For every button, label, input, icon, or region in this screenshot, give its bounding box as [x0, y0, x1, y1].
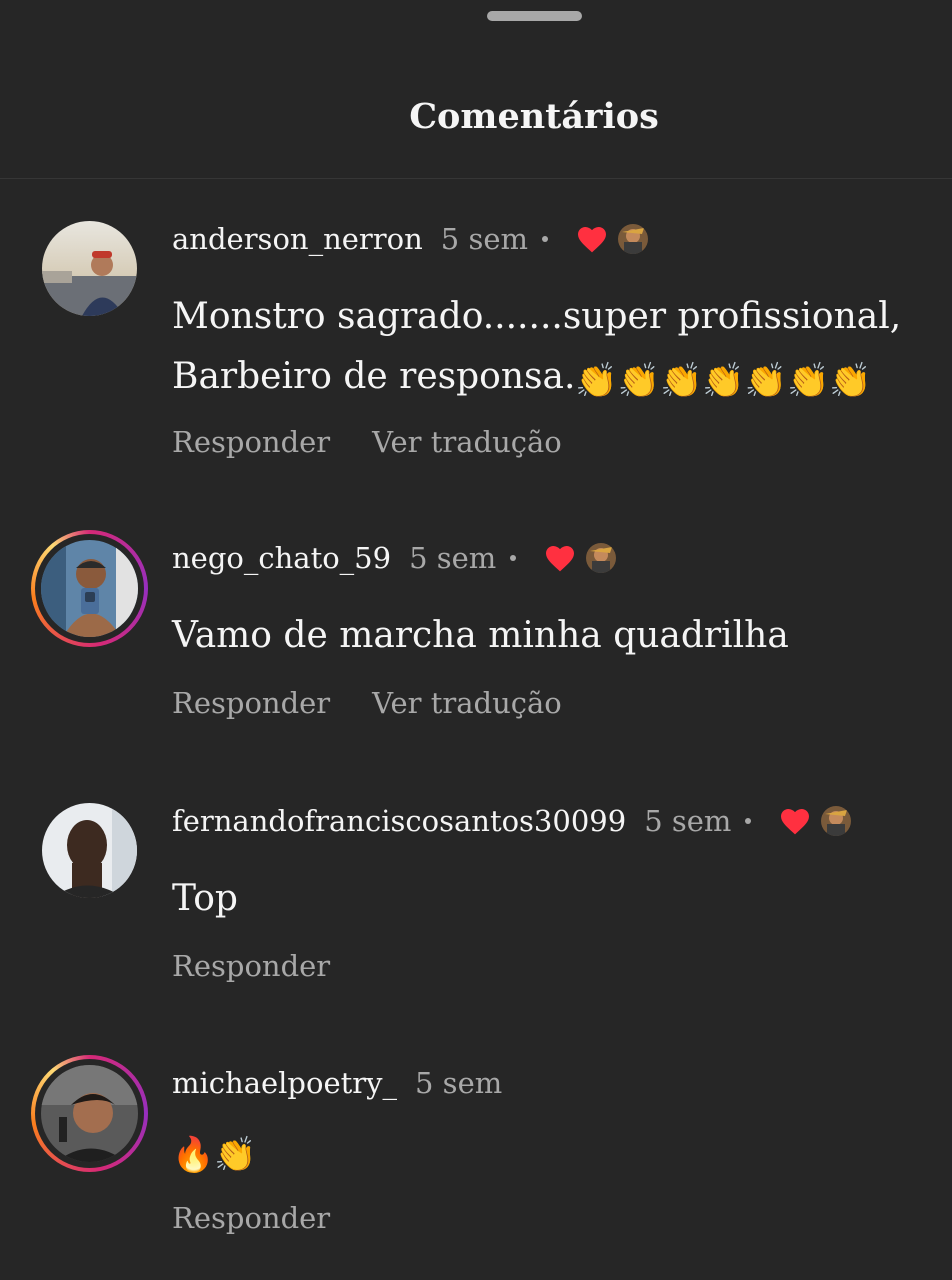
comment-text-line: Barbeiro de responsa.: [172, 356, 576, 397]
comment-username[interactable]: michaelpoetry_: [172, 1066, 397, 1100]
heart-icon[interactable]: [779, 806, 811, 836]
reply-button[interactable]: Responder: [172, 686, 330, 720]
comment-username[interactable]: fernandofranciscosantos30099: [172, 804, 626, 838]
comment-time: 5 sem: [415, 1066, 503, 1100]
story-ring[interactable]: [31, 530, 148, 647]
clap-emoji: 👏👏👏👏👏👏👏: [575, 361, 872, 401]
avatar[interactable]: [41, 1065, 138, 1162]
comment-time: 5 sem: [409, 541, 497, 575]
avatar[interactable]: [42, 221, 137, 316]
avatar[interactable]: [42, 803, 137, 898]
fire-clap-emoji: 🔥👏: [172, 1135, 257, 1175]
comment-username[interactable]: anderson_nerron: [172, 222, 423, 256]
drag-handle-icon[interactable]: [487, 11, 582, 21]
comment-text: Monstro sagrado.......super profissional…: [172, 287, 901, 407]
author-avatar: [586, 543, 617, 573]
separator-dot: [745, 818, 752, 824]
comment-text: Top: [172, 878, 238, 919]
author-avatar: [821, 806, 852, 836]
translate-button[interactable]: Ver tradução: [372, 425, 562, 459]
heart-icon[interactable]: [576, 224, 608, 254]
comment-text: 🔥👏: [172, 1121, 257, 1181]
comment-text-line: Monstro sagrado.......super profissional…: [172, 296, 902, 337]
comment-username[interactable]: nego_chato_59: [172, 541, 391, 575]
comment-text: Vamo de marcha minha quadrilha: [172, 615, 789, 656]
heart-icon[interactable]: [544, 543, 576, 573]
reply-button[interactable]: Responder: [172, 949, 330, 983]
separator-dot: [542, 236, 548, 242]
header-divider: [0, 178, 952, 179]
comment-time: 5 sem: [644, 804, 732, 838]
comment-time: 5 sem: [440, 222, 528, 256]
reply-button[interactable]: Responder: [172, 1201, 330, 1235]
separator-dot: [510, 555, 517, 561]
author-avatar: [618, 224, 648, 254]
reply-button[interactable]: Responder: [172, 425, 330, 459]
translate-button[interactable]: Ver tradução: [372, 686, 562, 720]
story-ring[interactable]: [31, 1055, 148, 1172]
page-title: Comentários: [409, 96, 659, 137]
avatar[interactable]: [41, 540, 138, 637]
